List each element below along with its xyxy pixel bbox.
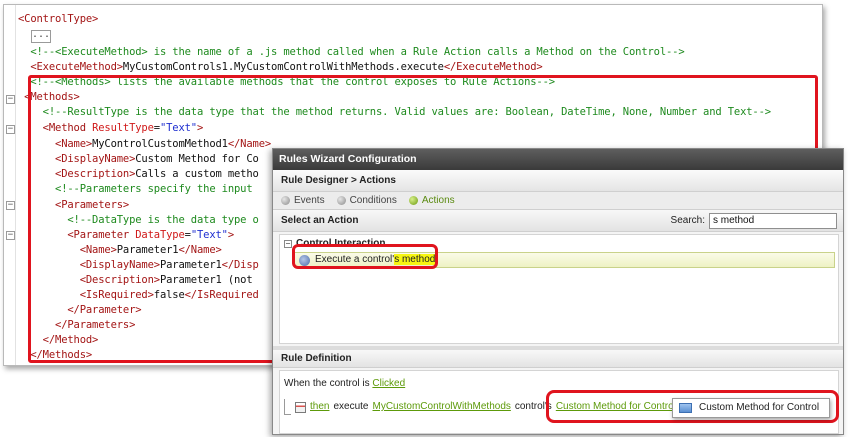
method-icon <box>679 403 692 413</box>
radio-icon <box>281 196 290 205</box>
fold-toggle-parameters[interactable]: − <box>6 201 15 210</box>
xml-line: <ExecuteMethod>MyCustomControls1.MyCusto… <box>18 60 543 74</box>
dialog-title: Rules Wizard Configuration <box>273 149 843 170</box>
tree-connector-icon <box>284 399 291 415</box>
search-label: Search: <box>670 215 705 226</box>
highlight-box-action <box>292 244 438 269</box>
when-text: When the control is <box>284 378 370 389</box>
control-link[interactable]: MyCustomControlWithMethods <box>373 400 511 414</box>
editor-gutter: − − − − <box>4 5 16 365</box>
xml-token: MyCustomControls1.MyCustomControlWithMet… <box>122 61 444 73</box>
step-label: Conditions <box>349 194 397 206</box>
xml-token: </ExecuteMethod> <box>443 61 543 73</box>
xml-token: <!--<ExecuteMethod> is the name of a .js… <box>18 46 685 58</box>
when-line: When the control is Clicked <box>284 377 405 391</box>
radio-icon <box>336 196 346 205</box>
select-action-label: Select an Action <box>281 215 359 226</box>
fold-toggle-parameter[interactable]: − <box>6 231 15 240</box>
rule-item-icon[interactable] <box>295 401 306 413</box>
select-action-header: Select an Action Search: s method <box>273 210 843 232</box>
then-link[interactable]: then <box>310 400 329 414</box>
rule-definition-header: Rule Definition <box>273 350 843 368</box>
step-label: Events <box>294 194 325 206</box>
xml-line: <ControlType> <box>18 12 98 26</box>
step-label: Actions <box>421 194 455 206</box>
xml-token: <ExecuteMethod> <box>18 61 123 73</box>
method-dropdown-item[interactable]: Custom Method for Control <box>672 398 830 418</box>
fold-toggle-method[interactable]: − <box>6 125 15 134</box>
collapse-icon[interactable]: − <box>284 240 292 248</box>
wizard-steps: Events Conditions Actions <box>273 192 843 210</box>
breadcrumb: Rule Designer > Actions <box>273 170 843 192</box>
execute-text: execute <box>333 401 369 412</box>
dropdown-item-label: Custom Method for Control <box>699 402 820 413</box>
xml-token: <ControlType> <box>18 13 99 25</box>
xml-line: <!--<ExecuteMethod> is the name of a .js… <box>18 45 685 59</box>
step-conditions[interactable]: Conditions <box>336 192 397 209</box>
event-link-clicked[interactable]: Clicked <box>372 378 405 389</box>
search-input[interactable]: s method <box>709 213 837 229</box>
collapsed-region-marker[interactable]: ... <box>31 30 51 43</box>
step-events[interactable]: Events <box>281 192 325 209</box>
radio-selected-icon <box>408 196 418 205</box>
step-actions[interactable]: Actions <box>408 192 455 209</box>
fold-toggle-methods[interactable]: − <box>6 95 15 104</box>
